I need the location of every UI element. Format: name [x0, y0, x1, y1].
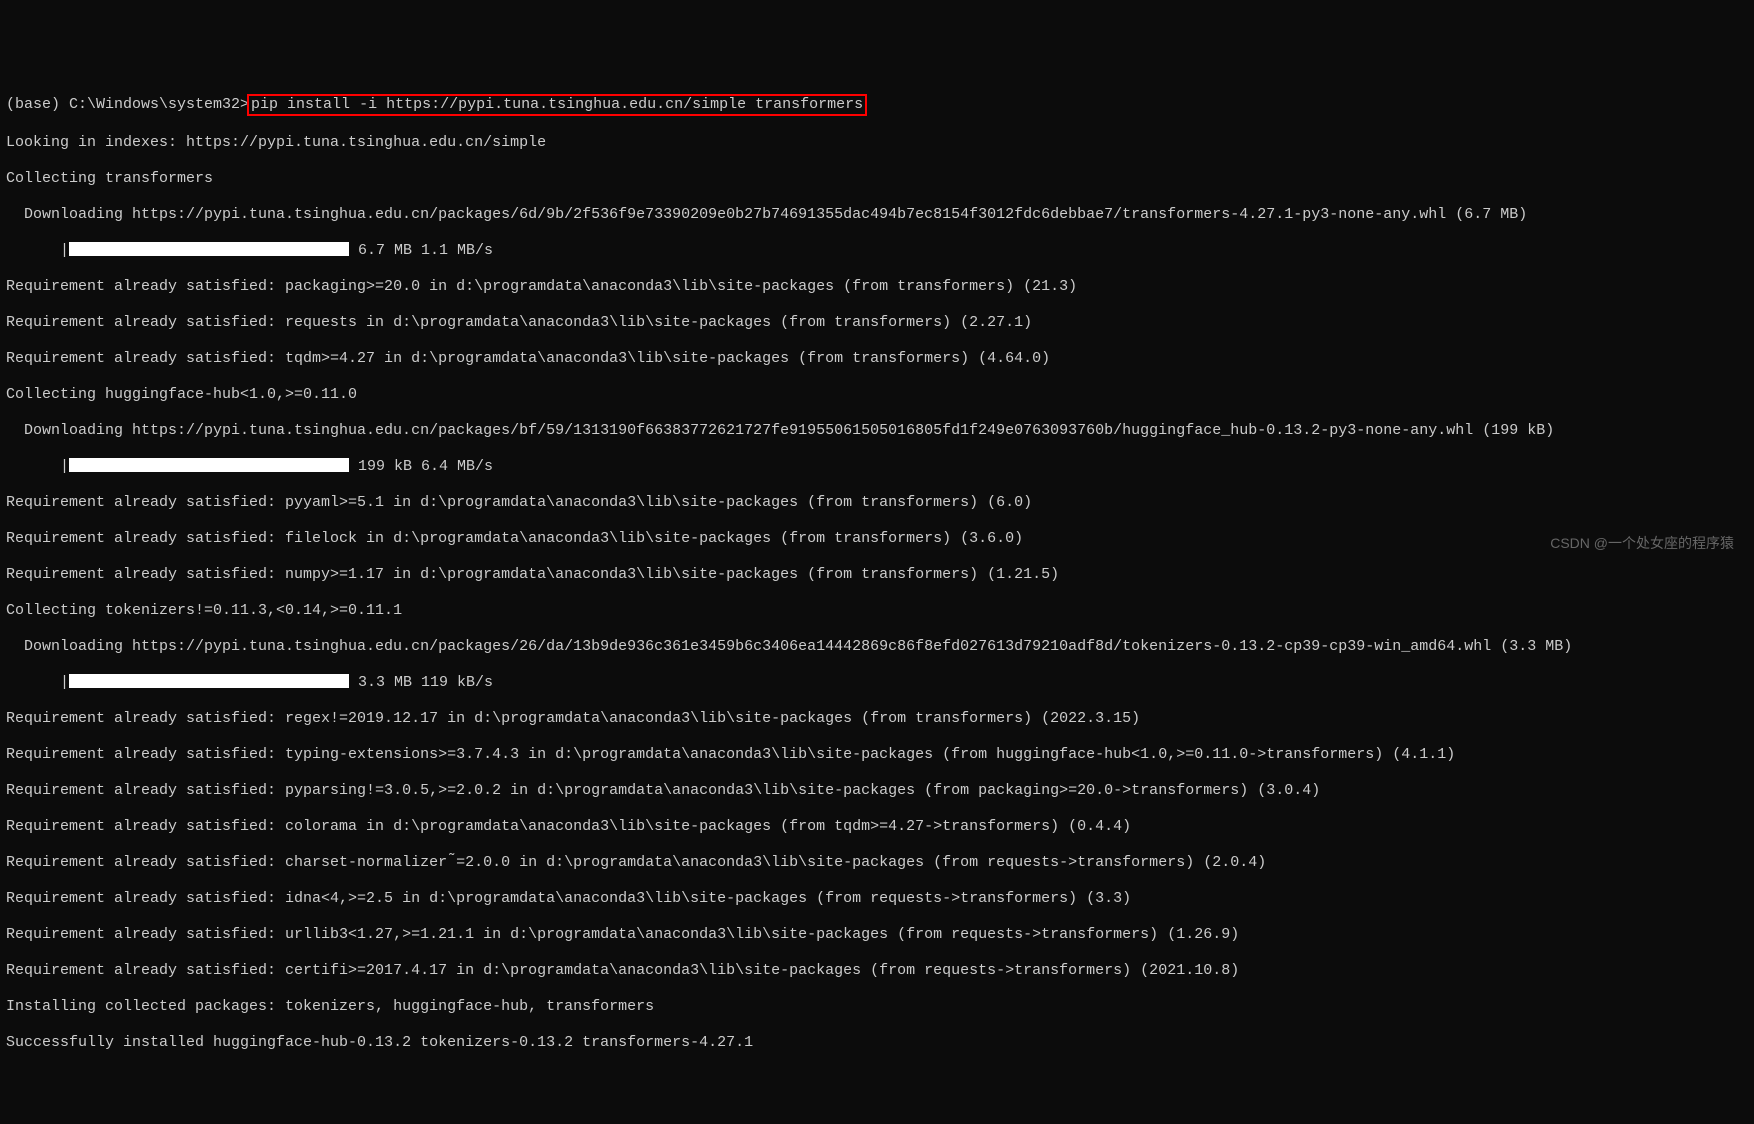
output-line: Collecting transformers [6, 170, 1748, 188]
progress-line: | 3.3 MB 119 kB/s [6, 674, 1748, 692]
output-line: Requirement already satisfied: urllib3<1… [6, 926, 1748, 944]
progress-bar-icon [69, 674, 349, 688]
output-line: Requirement already satisfied: pyparsing… [6, 782, 1748, 800]
output-line: Requirement already satisfied: idna<4,>=… [6, 890, 1748, 908]
command-text: pip install -i https://pypi.tuna.tsinghu… [251, 96, 863, 113]
bar-prefix: | [60, 674, 69, 691]
output-line: Collecting tokenizers!=0.11.3,<0.14,>=0.… [6, 602, 1748, 620]
output-line: Requirement already satisfied: numpy>=1.… [6, 566, 1748, 584]
progress-bar-icon [69, 458, 349, 472]
bar-prefix: | [60, 242, 69, 259]
output-line: Requirement already satisfied: typing-ex… [6, 746, 1748, 764]
progress-line: | 6.7 MB 1.1 MB/s [6, 242, 1748, 260]
prompt-path: C:\Windows\system32> [69, 96, 249, 113]
output-line: Downloading https://pypi.tuna.tsinghua.e… [6, 206, 1748, 224]
output-line: Requirement already satisfied: requests … [6, 314, 1748, 332]
output-line: Looking in indexes: https://pypi.tuna.ts… [6, 134, 1748, 152]
output-line: Collecting huggingface-hub<1.0,>=0.11.0 [6, 386, 1748, 404]
output-line: Successfully installed huggingface-hub-0… [6, 1034, 1748, 1052]
progress-speed: 3.3 MB 119 kB/s [349, 674, 493, 691]
progress-bar-icon [69, 242, 349, 256]
progress-speed: 199 kB 6.4 MB/s [349, 458, 493, 475]
output-line: Requirement already satisfied: filelock … [6, 530, 1748, 548]
output-line: Requirement already satisfied: colorama … [6, 818, 1748, 836]
output-line: Installing collected packages: tokenizer… [6, 998, 1748, 1016]
prompt-line[interactable]: (base) C:\Windows\system32>pip install -… [6, 94, 1748, 116]
progress-speed: 6.7 MB 1.1 MB/s [349, 242, 493, 259]
bar-prefix: | [60, 458, 69, 475]
output-line: Requirement already satisfied: certifi>=… [6, 962, 1748, 980]
watermark-text: CSDN @一个处女座的程序猿 [1550, 535, 1734, 552]
output-line: Requirement already satisfied: charset-n… [6, 854, 1748, 872]
output-line: Requirement already satisfied: tqdm>=4.2… [6, 350, 1748, 368]
output-line: Requirement already satisfied: regex!=20… [6, 710, 1748, 728]
output-line: Requirement already satisfied: pyyaml>=5… [6, 494, 1748, 512]
command-highlight: pip install -i https://pypi.tuna.tsinghu… [247, 94, 867, 116]
prompt-env: (base) [6, 96, 69, 113]
output-line: Downloading https://pypi.tuna.tsinghua.e… [6, 422, 1748, 440]
output-line: Downloading https://pypi.tuna.tsinghua.e… [6, 638, 1748, 656]
terminal-output: (base) C:\Windows\system32>pip install -… [6, 76, 1748, 1070]
output-line: Requirement already satisfied: packaging… [6, 278, 1748, 296]
progress-line: | 199 kB 6.4 MB/s [6, 458, 1748, 476]
